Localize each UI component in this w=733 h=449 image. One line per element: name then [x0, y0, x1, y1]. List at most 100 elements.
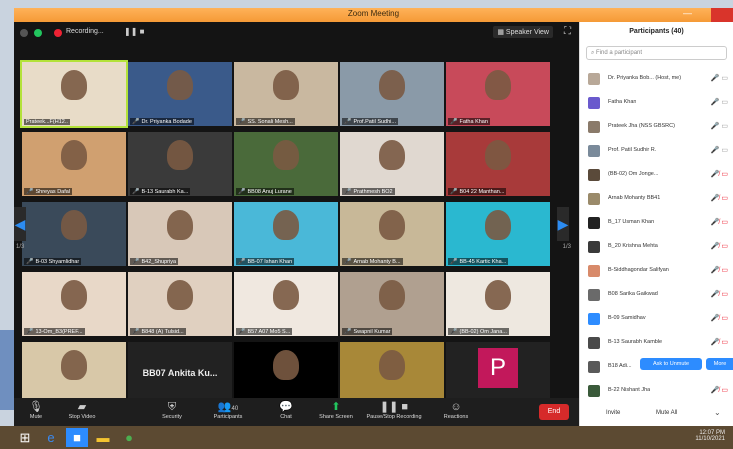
participant-video — [485, 210, 511, 240]
video-tile[interactable]: 🎤 B848 (A) Tulsid... — [128, 272, 232, 336]
shield-icon: ⛨ — [167, 401, 177, 413]
video-tile[interactable]: 🎤 Prathmesh BO2 — [340, 132, 444, 196]
video-tile[interactable]: 🎤 Fatha Khan — [446, 62, 550, 126]
video-tile[interactable]: 🎤 B42_Shupriya — [128, 202, 232, 266]
info-icon[interactable] — [20, 29, 28, 37]
tile-name-label: 🎤 SS. Sonali Mesh... — [236, 118, 295, 125]
ask-to-unmute-button[interactable]: Ask to Unmute — [640, 358, 702, 370]
participant-search-input[interactable]: ⌕ Find a participant — [586, 46, 727, 60]
muted-mic-icon: 🎤 — [132, 119, 140, 125]
video-tile[interactable]: P🎤Priyanshu Kajari... — [446, 342, 550, 406]
participant-row[interactable]: Prateek Jha (NSS GBSRC) 🎤 ▭ — [586, 116, 733, 138]
participant-row[interactable]: (BB-02) Om Jonge... 🎤̸ ▭ — [586, 164, 733, 186]
participant-name: B-Siddhagondar Salifyan — [608, 267, 669, 273]
video-tile[interactable]: 🎤BBA 20 Nihad M... — [234, 342, 338, 406]
tile-name-text: BB-45 Kartic Kha... — [459, 259, 507, 265]
video-tile[interactable]: 🎤 Dr. Priyanka Bodade — [128, 62, 232, 126]
muted-mic-icon: 🎤̸ ▭ — [710, 315, 728, 322]
tile-name-text: Swapnil Kumar — [353, 329, 391, 335]
more-button[interactable]: More — [706, 358, 733, 370]
reactions-button[interactable]: ☺ Reactions — [434, 400, 478, 420]
chrome-icon[interactable]: ● — [118, 428, 140, 447]
participant-row[interactable]: Fatha Khan 🎤 ▭ — [586, 92, 733, 114]
video-tile[interactable]: 🎤B-Siddhagondar... — [22, 342, 126, 406]
system-clock: 12:07 PM 11/10/2021 — [695, 430, 725, 442]
recording-controls[interactable]: ❚❚ ■ — [124, 27, 144, 36]
muted-mic-icon: 🎤 — [26, 189, 34, 195]
tile-name-text: Arnab Mohanty B... — [353, 259, 401, 265]
video-tile[interactable]: 🎤 SS. Sonali Mesh... — [234, 62, 338, 126]
participant-video — [273, 350, 299, 380]
recording-icon — [54, 29, 62, 37]
next-page-button[interactable]: ▶ — [557, 207, 569, 241]
share-screen-button[interactable]: ⬆ Share Screen — [314, 400, 358, 420]
fullscreen-icon[interactable]: ⛶ — [564, 26, 571, 37]
muted-mic-icon: 🎤̸ ▭ — [710, 387, 728, 394]
participant-row[interactable]: B08 Sarika Gaikwad 🎤̸ ▭ — [586, 284, 733, 306]
speaker-view-button[interactable]: ▦ Speaker View — [493, 26, 553, 38]
security-button[interactable]: ⛨ Security — [150, 400, 194, 420]
invite-button[interactable]: Invite — [606, 410, 620, 416]
video-tile[interactable]: 🎤 Prof.Patil Sudhi... — [340, 62, 444, 126]
avatar — [588, 121, 600, 133]
stop-video-button[interactable]: ▰ Stop Video — [60, 400, 104, 420]
participant-row[interactable]: B-Siddhagondar Salifyan 🎤̸ ▭ — [586, 260, 733, 282]
mute-all-button[interactable]: Mute All — [656, 410, 677, 416]
file-explorer-icon[interactable]: ▬ — [92, 428, 114, 447]
speaker-view-label: Speaker View — [505, 29, 549, 36]
video-tile[interactable]: 🎤 B-03 Shyamlidhar — [22, 202, 126, 266]
tile-name-text: SS. Sonali Mesh... — [247, 119, 293, 125]
participant-row[interactable]: Arnab Mohanty BB41 🎤̸ ▭ — [586, 188, 733, 210]
video-tile[interactable]: 🎤 (BB-02) Om Jana... — [446, 272, 550, 336]
window-title-bar[interactable]: Zoom Meeting — ▢ — [14, 8, 733, 22]
video-tile[interactable]: BB07 Ankita Ku... — [128, 342, 232, 406]
participants-button[interactable]: 👥40 Participants — [206, 400, 250, 420]
edge-browser-icon[interactable]: e — [40, 428, 62, 447]
participant-row[interactable]: B-22 Nishant Jha 🎤̸ ▭ — [586, 380, 733, 402]
participant-row[interactable]: Dr. Priyanka Bob... (Host, me) 🎤 ▭ — [586, 68, 733, 90]
video-tile[interactable]: 🎤 Swapnil Kumar — [340, 272, 444, 336]
video-tile[interactable]: 🎤 B57 A07 Mo5 S... — [234, 272, 338, 336]
participant-row[interactable]: B-09 Samidhav 🎤̸ ▭ — [586, 308, 733, 330]
participant-name: B_20 Krishna Mehta — [608, 243, 658, 249]
muted-mic-icon: 🎤 — [26, 329, 34, 335]
participant-video — [61, 280, 87, 310]
video-tile[interactable]: 🎤 13-Om_B3(PREF... — [22, 272, 126, 336]
pause-stop-recording-button[interactable]: ❚❚ ■ Pause/Stop Recording — [364, 400, 424, 420]
mute-button[interactable]: 🎙 Mute — [14, 400, 58, 420]
close-icon[interactable] — [711, 8, 733, 22]
tile-name-text: BB08 Anuj Lurane — [247, 189, 292, 195]
muted-mic-icon: 🎤 — [344, 259, 352, 265]
video-tile[interactable]: 🎤 B04 22 Manthan... — [446, 132, 550, 196]
participant-row[interactable]: Prof. Patil Sudhir R. 🎤 ▭ — [586, 140, 733, 162]
video-tile[interactable]: Prateek...F(H12.. — [20, 60, 128, 128]
video-tile[interactable]: 🎤 B-13 Saurabh Ka... — [128, 132, 232, 196]
microphone-icon: 🎙 — [29, 401, 43, 413]
tile-name-text: Dr. Priyanka Bodade — [141, 119, 192, 125]
tile-name-text: (BB-02) Om Jana... — [459, 329, 507, 335]
video-tile[interactable]: 🎤 Shreyas Dafal — [22, 132, 126, 196]
end-meeting-button[interactable]: End — [539, 404, 569, 420]
chevron-down-icon[interactable]: ⌄ — [714, 408, 721, 417]
participant-row[interactable]: B_17 Usman Khan 🎤̸ ▭ — [586, 212, 733, 234]
windows-start-icon[interactable]: ⊞ — [14, 428, 36, 447]
shield-icon[interactable] — [34, 29, 42, 37]
participant-video — [61, 350, 87, 380]
tile-name-label: 🎤 BB-45 Kartic Kha... — [448, 258, 509, 265]
muted-mic-icon: 🎤̸ ▭ — [710, 243, 728, 250]
zoom-app-icon[interactable]: ■ — [66, 428, 88, 447]
participant-row[interactable]: B-13 Saurabh Kamble 🎤̸ ▭ — [586, 332, 733, 354]
participant-row[interactable]: B_20 Krishna Mehta 🎤̸ ▭ — [586, 236, 733, 258]
video-tile[interactable]: 🎤B28 Durva — [340, 342, 444, 406]
muted-mic-icon: 🎤 — [344, 329, 352, 335]
participant-video — [167, 70, 193, 100]
muted-mic-icon: 🎤 — [132, 329, 140, 335]
previous-page-button[interactable]: ◀ — [14, 207, 26, 241]
participant-video — [61, 210, 87, 240]
video-tile[interactable]: 🎤 Arnab Mohanty B... — [340, 202, 444, 266]
video-tile[interactable]: 🎤 BB-45 Kartic Kha... — [446, 202, 550, 266]
video-tile[interactable]: 🎤 BB-07 Ishan Khan — [234, 202, 338, 266]
chat-button[interactable]: 💬 Chat — [264, 400, 308, 420]
video-tile[interactable]: 🎤 BB08 Anuj Lurane — [234, 132, 338, 196]
avatar — [588, 193, 600, 205]
